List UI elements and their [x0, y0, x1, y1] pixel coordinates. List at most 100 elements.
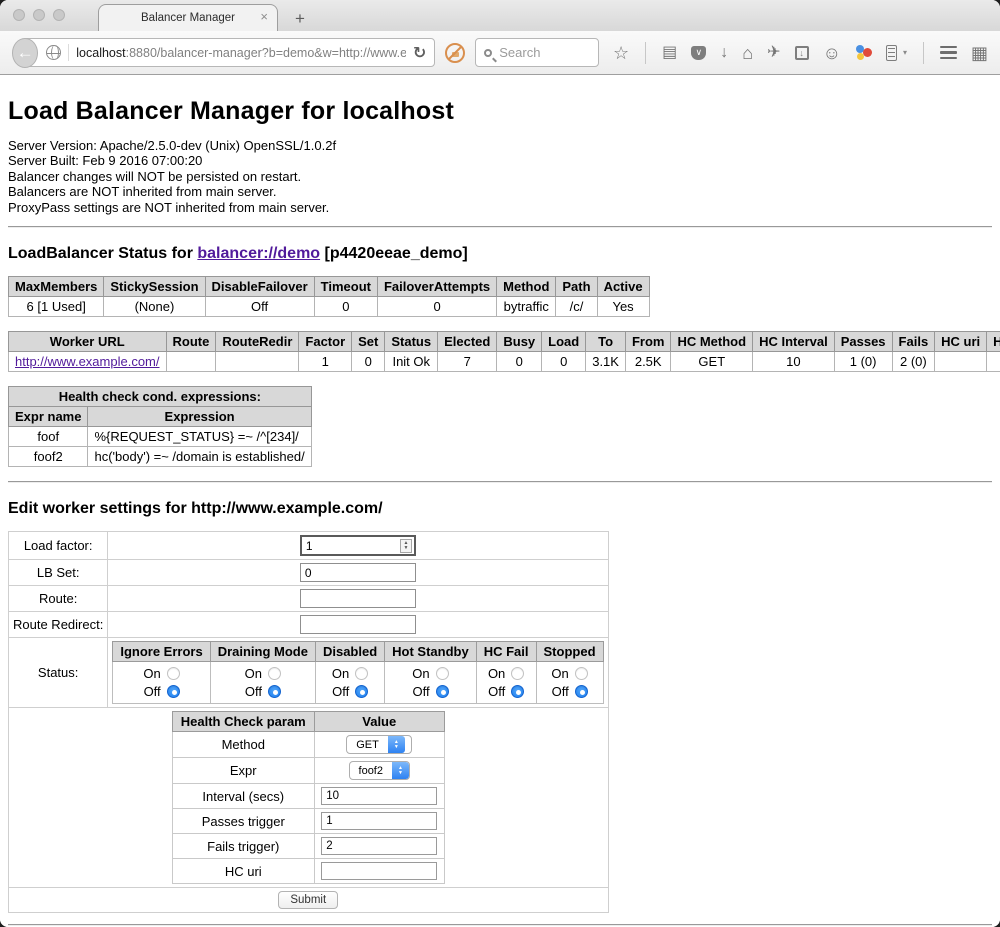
divider — [8, 481, 992, 483]
column-header: DisableFailover — [205, 277, 314, 297]
hot-standby-on-radio[interactable] — [436, 667, 449, 680]
form-row-route: Route: — [9, 586, 609, 612]
info-line: Balancers are NOT inherited from main se… — [8, 184, 992, 199]
cell-disablefailover: Off — [205, 297, 314, 317]
method-select[interactable]: GET▲▼ — [346, 735, 412, 754]
ignore-errors-off-radio[interactable] — [167, 685, 180, 698]
back-button[interactable]: ← — [12, 38, 38, 68]
reload-icon[interactable]: ↻ — [413, 43, 426, 63]
column-header: Method — [497, 277, 556, 297]
content-block-icon[interactable] — [445, 43, 465, 63]
radio-label: Off — [143, 684, 160, 699]
pocket-icon[interactable]: ∨ — [691, 46, 706, 60]
hc-row-fails: Fails trigger) — [172, 834, 444, 859]
balancer-demo-link[interactable]: balancer://demo — [197, 245, 320, 262]
worker-table: Worker URL Route RouteRedir Factor Set S… — [8, 331, 1000, 372]
column-header: To — [586, 332, 626, 352]
tab-balancer-manager[interactable]: Balancer Manager × — [98, 4, 278, 31]
hot-standby-off-radio[interactable] — [436, 685, 449, 698]
health-check-expressions-table: Health check cond. expressions: Expr nam… — [8, 386, 312, 467]
worker-url-link[interactable]: http://www.example.com/ — [15, 354, 160, 369]
ignore-errors-on-radio[interactable] — [167, 667, 180, 680]
edit-worker-form: Load factor: ▲▼ LB Set: Route: Route Red… — [8, 531, 609, 913]
stepper-icon[interactable]: ▲▼ — [400, 539, 412, 553]
url-bar[interactable]: localhost:8880/balancer-manager?b=demo&w… — [23, 38, 435, 67]
search-bar[interactable]: Search — [475, 38, 599, 67]
draining-mode-off-radio[interactable] — [268, 685, 281, 698]
edit-worker-heading: Edit worker settings for http://www.exam… — [8, 500, 992, 518]
heading-prefix: LoadBalancer Status for — [8, 245, 197, 262]
param-label: Interval (secs) — [172, 784, 314, 809]
downloads-icon[interactable]: ↓ — [720, 45, 728, 61]
draining-mode-on-radio[interactable] — [268, 667, 281, 680]
disabled-on-radio[interactable] — [355, 667, 368, 680]
cell-status: Init Ok — [385, 352, 438, 372]
health-check-param-table: Health Check param Value Method GET▲▼ Ex… — [172, 711, 445, 884]
fails-trigger-input[interactable] — [321, 837, 437, 855]
cell-elected: 7 — [438, 352, 497, 372]
window-close-button[interactable] — [13, 9, 25, 21]
radio-label: On — [245, 666, 262, 681]
route-redirect-input[interactable] — [300, 615, 416, 634]
column-header: Set — [352, 332, 385, 352]
column-header: Busy — [497, 332, 542, 352]
back-icon: ← — [17, 43, 34, 63]
menu-icon[interactable] — [940, 46, 957, 60]
hc-uri-input[interactable] — [321, 862, 437, 880]
status-column-header: HC Fail — [476, 642, 536, 662]
feedback-smiley-icon[interactable]: ☺ — [823, 45, 841, 61]
cell-failoverattempts: 0 — [377, 297, 496, 317]
route-input[interactable] — [300, 589, 416, 608]
cell-path: /c/ — [556, 297, 597, 317]
cell-active: Yes — [597, 297, 649, 317]
battery-extension-icon[interactable] — [886, 45, 897, 61]
field-label: Route: — [9, 586, 108, 612]
window-minimize-button[interactable] — [33, 9, 45, 21]
stopped-off-radio[interactable] — [575, 685, 588, 698]
window-zoom-button[interactable] — [53, 9, 65, 21]
expr-select[interactable]: foof2▲▼ — [349, 761, 410, 780]
tab-close-icon[interactable]: × — [260, 10, 268, 23]
load-factor-input[interactable] — [300, 535, 416, 556]
cell-hc-method: GET — [671, 352, 753, 372]
hc-row-method: Method GET▲▼ — [172, 732, 444, 758]
reading-list-icon[interactable]: ▤ — [662, 45, 677, 61]
status-column-header: Ignore Errors — [113, 642, 210, 662]
selected-value: GET — [347, 736, 388, 753]
page-title: Load Balancer Manager for localhost — [8, 97, 992, 126]
column-header: Timeout — [314, 277, 377, 297]
disabled-off-radio[interactable] — [355, 685, 368, 698]
interval-input[interactable] — [321, 787, 437, 805]
cell-set: 0 — [352, 352, 385, 372]
hc-fail-off-radio[interactable] — [511, 685, 524, 698]
url-path: :8880/balancer-manager?b=demo&w=http://w… — [126, 46, 406, 60]
cell-routeredir — [216, 352, 299, 372]
home-icon[interactable]: ⌂ — [742, 45, 753, 61]
passes-trigger-input[interactable] — [321, 812, 437, 830]
chevron-down-icon[interactable]: ▾ — [903, 48, 907, 57]
bookmark-star-icon[interactable]: ☆ — [613, 45, 629, 61]
form-row-load-factor: Load factor: ▲▼ — [9, 532, 609, 560]
panel-download-icon[interactable]: ↓ — [795, 46, 809, 60]
stopped-on-radio[interactable] — [575, 667, 588, 680]
window-controls — [13, 9, 65, 21]
heading-suffix: [p4420eeae_demo] — [320, 245, 468, 262]
param-label: Expr — [172, 758, 314, 784]
colored-dots-extension-icon[interactable] — [855, 45, 872, 61]
column-header: HC uri — [935, 332, 987, 352]
column-header: From — [625, 332, 671, 352]
lb-set-input[interactable] — [300, 563, 416, 582]
pocket-chevron-icon: ∨ — [696, 47, 703, 58]
radio-label: On — [332, 666, 349, 681]
search-placeholder: Search — [499, 45, 540, 60]
submit-button[interactable]: Submit — [278, 891, 338, 909]
radio-label: On — [488, 666, 505, 681]
new-tab-button[interactable]: + — [295, 10, 305, 27]
send-plane-icon[interactable]: ✈ — [767, 45, 780, 61]
hc-row-hc-uri: HC uri — [172, 859, 444, 884]
cell-stickysession: (None) — [104, 297, 205, 317]
hc-fail-on-radio[interactable] — [511, 667, 524, 680]
url-text[interactable]: localhost:8880/balancer-manager?b=demo&w… — [76, 46, 406, 60]
form-row-route-redirect: Route Redirect: — [9, 612, 609, 638]
grid-panel-icon[interactable]: ▦ — [971, 45, 988, 61]
